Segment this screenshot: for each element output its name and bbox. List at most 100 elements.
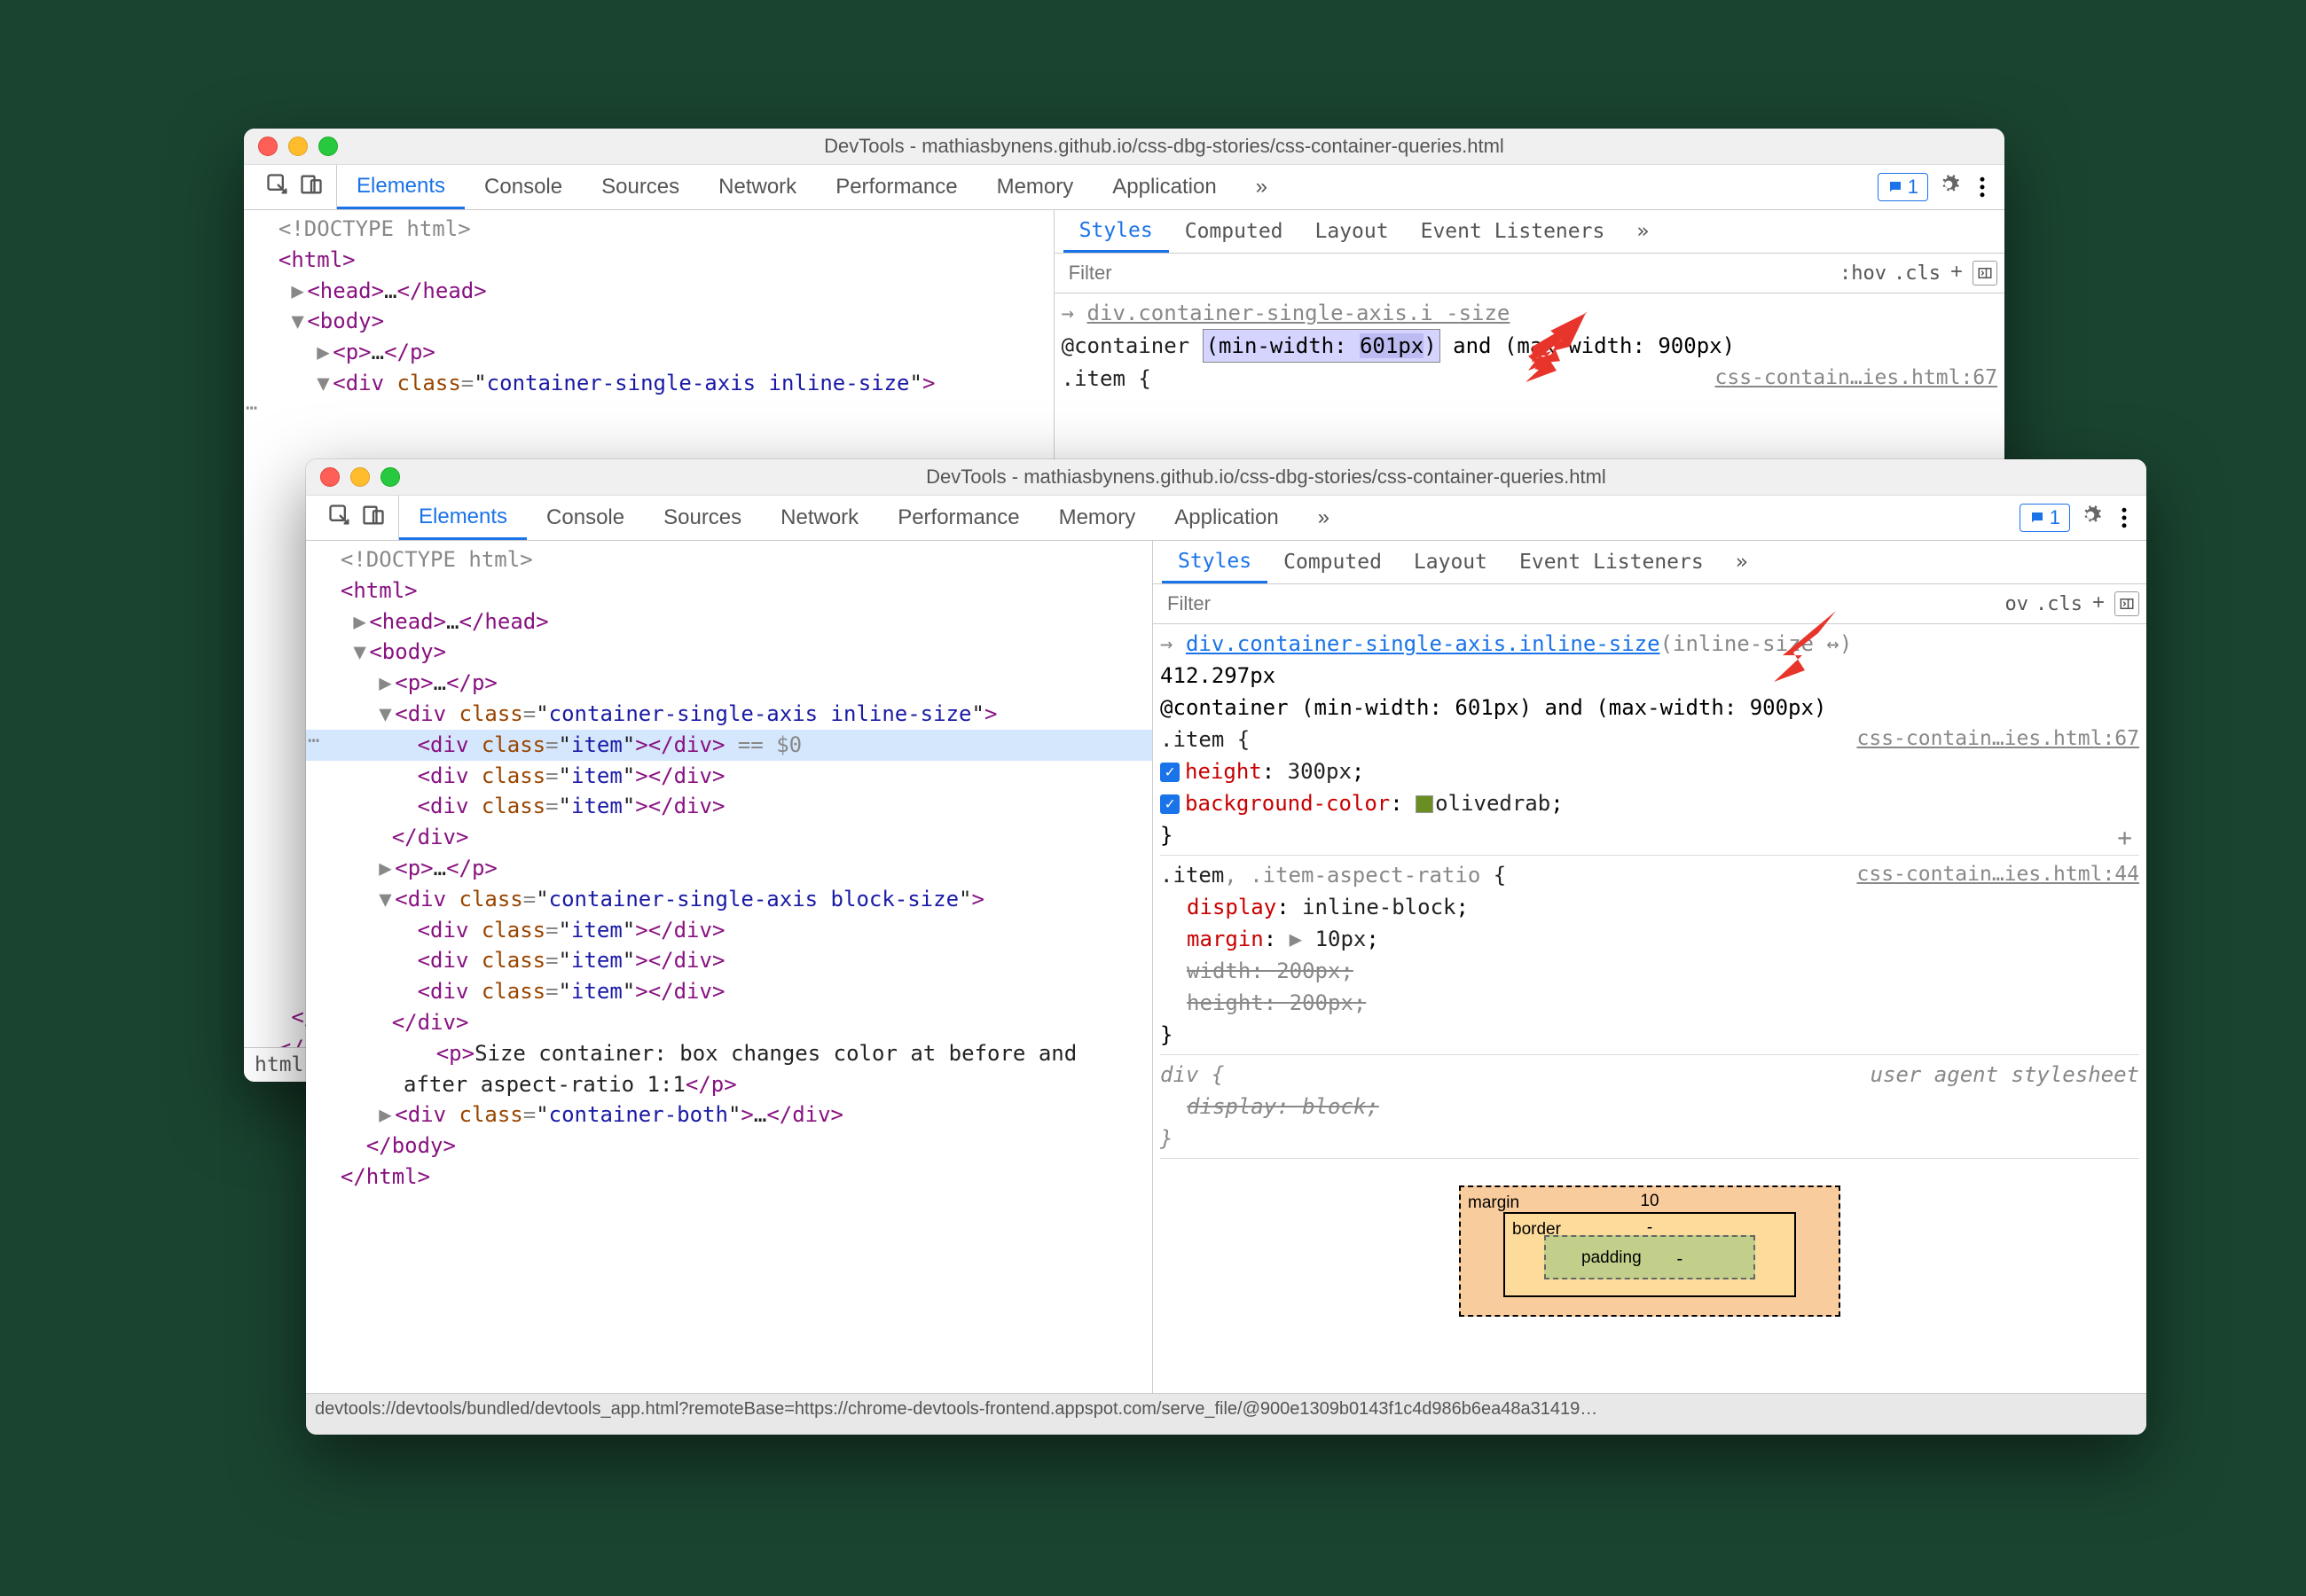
doctype: <!DOCTYPE html>: [341, 547, 533, 572]
subtabs-overflow-icon[interactable]: »: [1620, 210, 1665, 253]
zoom-icon[interactable]: [380, 467, 400, 487]
annotation-arrow-icon: [1756, 606, 1845, 686]
tab-sources[interactable]: Sources: [644, 496, 761, 540]
filter-input[interactable]: [1062, 258, 1832, 288]
devtools-window-front: DevTools - mathiasbynens.github.io/css-d…: [306, 459, 2146, 1435]
inspect-tools: [253, 165, 337, 209]
subtab-styles[interactable]: Styles: [1063, 210, 1169, 253]
styles-panel: Styles Computed Layout Event Listeners »…: [1152, 541, 2146, 1435]
tab-console[interactable]: Console: [527, 496, 644, 540]
ua-stylesheet-label: user agent stylesheet: [1871, 1059, 2139, 1091]
device-toggle-icon[interactable]: [361, 503, 386, 533]
settings-icon[interactable]: [2079, 504, 2102, 532]
minimize-icon[interactable]: [288, 137, 308, 156]
tab-sources[interactable]: Sources: [582, 165, 699, 209]
subtab-computed[interactable]: Computed: [1267, 541, 1398, 583]
box-model-padding[interactable]: padding -: [1544, 1235, 1755, 1279]
more-icon[interactable]: [2111, 505, 2137, 531]
dom-tree[interactable]: <!DOCTYPE html> <html> ▶<head>…</head> ▼…: [306, 541, 1152, 1435]
styles-rules[interactable]: → div.container-single-axis.inline-size(…: [1153, 624, 2146, 1435]
css-declaration[interactable]: ✓height: 300px;: [1160, 755, 2139, 787]
minimize-icon[interactable]: [350, 467, 370, 487]
box-model-margin[interactable]: margin 10 border - padding -: [1459, 1185, 1840, 1317]
statusbar: devtools://devtools/bundled/devtools_app…: [306, 1393, 2146, 1435]
tab-network[interactable]: Network: [699, 165, 816, 209]
container-link[interactable]: div.container-single-axis.inline-size: [1186, 631, 1660, 656]
gutter-dots-icon: ⋯: [246, 395, 258, 423]
subtab-computed[interactable]: Computed: [1169, 210, 1299, 253]
subtabs-overflow-icon[interactable]: »: [1720, 541, 1764, 583]
new-rule-icon[interactable]: [1948, 261, 1965, 286]
tab-application[interactable]: Application: [1155, 496, 1298, 540]
annotation-arrow-icon: [1508, 307, 1596, 387]
close-icon[interactable]: [320, 467, 340, 487]
css-declaration-overridden[interactable]: height: 200px;: [1160, 987, 2139, 1019]
source-link[interactable]: css-contain…ies.html:44: [1857, 859, 2140, 890]
subtab-layout[interactable]: Layout: [1299, 210, 1405, 253]
device-toggle-icon[interactable]: [299, 172, 324, 202]
rule-selector[interactable]: .item, .item-aspect-ratio {: [1160, 863, 1506, 888]
container-link-line: → div.container-single-axis.inline-size(…: [1160, 628, 2139, 660]
tab-elements[interactable]: Elements: [337, 165, 465, 209]
hov-button[interactable]: ov: [2005, 593, 2029, 615]
panel-body: <!DOCTYPE html> <html> ▶<head>…</head> ▼…: [306, 541, 2146, 1435]
subtab-event-listeners[interactable]: Event Listeners: [1503, 541, 1720, 583]
filter-input[interactable]: [1160, 589, 1997, 619]
subtab-styles[interactable]: Styles: [1162, 541, 1267, 583]
more-icon[interactable]: [1969, 174, 1996, 200]
css-declaration-overridden[interactable]: width: 200px;: [1160, 955, 2139, 987]
css-declaration[interactable]: ✓background-color: olivedrab;: [1160, 787, 2139, 819]
checkbox-icon[interactable]: ✓: [1160, 794, 1180, 814]
selected-node[interactable]: <div class="item"></div> == $0: [306, 730, 1152, 761]
window-title: DevTools - mathiasbynens.github.io/css-d…: [400, 466, 2132, 489]
tabs-overflow-icon[interactable]: »: [1298, 496, 1349, 540]
tab-console[interactable]: Console: [465, 165, 582, 209]
expand-icon[interactable]: ▶: [1276, 927, 1314, 951]
hov-button[interactable]: :hov: [1839, 262, 1886, 285]
zoom-icon[interactable]: [318, 137, 338, 156]
main-tabbar: Elements Console Sources Network Perform…: [306, 496, 2146, 541]
tabs-overflow-icon[interactable]: »: [1236, 165, 1287, 209]
css-declaration[interactable]: display: inline-block;: [1160, 891, 2139, 923]
tab-memory[interactable]: Memory: [1039, 496, 1156, 540]
rule-selector[interactable]: .item {: [1062, 366, 1151, 391]
cls-button[interactable]: .cls: [1894, 262, 1941, 285]
filter-row: ov .cls: [1153, 584, 2146, 624]
add-declaration-icon[interactable]: +: [2117, 819, 2139, 857]
titlebar[interactable]: DevTools - mathiasbynens.github.io/css-d…: [306, 459, 2146, 496]
subtab-layout[interactable]: Layout: [1398, 541, 1503, 583]
traffic-lights: [320, 467, 400, 487]
inspect-icon[interactable]: [327, 503, 352, 533]
titlebar[interactable]: DevTools - mathiasbynens.github.io/css-d…: [244, 129, 2004, 165]
close-icon[interactable]: [258, 137, 278, 156]
container-at-rule: @container (min-width: 601px) and (max-w…: [1160, 692, 2139, 724]
checkbox-icon[interactable]: ✓: [1160, 763, 1180, 782]
tab-performance[interactable]: Performance: [816, 165, 977, 209]
tab-performance[interactable]: Performance: [878, 496, 1039, 540]
traffic-lights: [258, 137, 338, 156]
console-message-count[interactable]: 1: [2020, 504, 2070, 532]
panel-toggle-icon[interactable]: [2114, 591, 2139, 616]
settings-icon[interactable]: [1937, 173, 1960, 201]
inspect-tools: [315, 496, 399, 540]
tab-network[interactable]: Network: [761, 496, 878, 540]
subtab-event-listeners[interactable]: Event Listeners: [1405, 210, 1621, 253]
window-title: DevTools - mathiasbynens.github.io/css-d…: [338, 135, 1990, 158]
color-swatch-icon[interactable]: [1416, 795, 1433, 813]
rule-selector[interactable]: .item {: [1160, 727, 1250, 752]
box-model-border[interactable]: border - padding -: [1503, 1212, 1796, 1297]
rule-selector-ua: div {: [1160, 1062, 1224, 1087]
panel-toggle-icon[interactable]: [1973, 261, 1997, 286]
cls-button[interactable]: .cls: [2035, 593, 2082, 615]
new-rule-icon[interactable]: [2090, 591, 2107, 616]
console-message-count[interactable]: 1: [1878, 173, 1928, 201]
tab-memory[interactable]: Memory: [977, 165, 1094, 209]
tab-elements[interactable]: Elements: [399, 496, 527, 540]
source-link[interactable]: css-contain…ies.html:67: [1715, 363, 1998, 394]
tab-application[interactable]: Application: [1093, 165, 1235, 209]
inspect-icon[interactable]: [265, 172, 290, 202]
source-link[interactable]: css-contain…ies.html:67: [1857, 724, 2140, 755]
css-declaration-overridden: display: block;: [1160, 1091, 2139, 1123]
css-declaration[interactable]: margin: ▶ 10px;: [1160, 923, 2139, 955]
box-model[interactable]: margin 10 border - padding -: [1459, 1185, 1840, 1317]
